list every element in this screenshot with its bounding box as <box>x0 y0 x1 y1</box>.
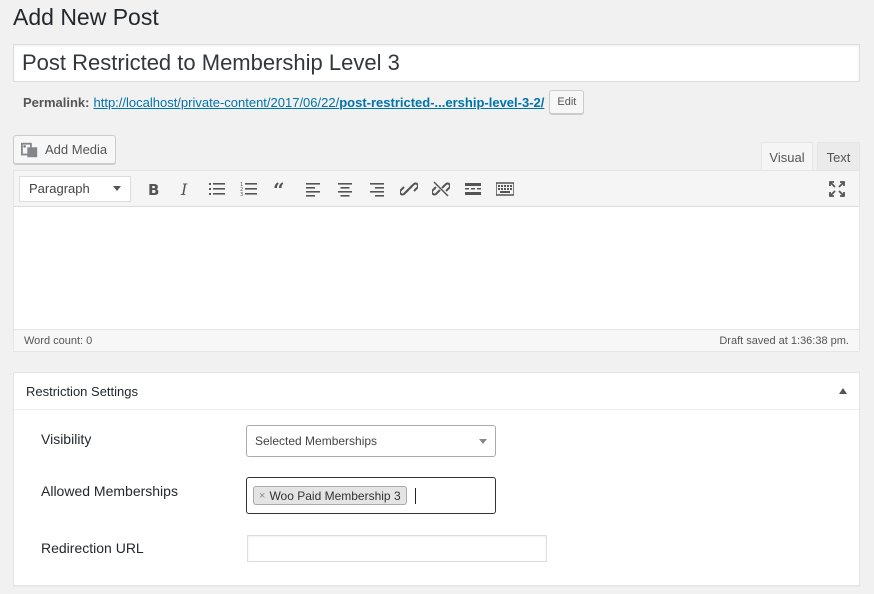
allowed-memberships-input[interactable]: × Woo Paid Membership 3 <box>246 477 496 514</box>
membership-tag-label: Woo Paid Membership 3 <box>269 488 401 503</box>
read-more-icon[interactable] <box>457 175 489 203</box>
restriction-settings-title: Restriction Settings <box>26 383 138 399</box>
svg-text:I: I <box>180 180 188 198</box>
permalink-base: http://localhost/private-content/2017/06… <box>93 94 340 110</box>
italic-icon[interactable]: I <box>169 175 201 203</box>
bulleted-list-icon[interactable] <box>201 175 233 203</box>
remove-link-icon[interactable] <box>425 175 457 203</box>
membership-tag: × Woo Paid Membership 3 <box>253 486 407 505</box>
editor-toolbar: Paragraph B I 123 “ <box>14 171 859 207</box>
editor-content-area[interactable] <box>14 207 859 329</box>
chevron-down-icon <box>479 438 487 444</box>
media-icon <box>21 141 39 159</box>
svg-text:3: 3 <box>240 192 243 198</box>
fullscreen-icon[interactable] <box>821 175 853 203</box>
svg-text:B: B <box>148 181 159 198</box>
format-select[interactable]: Paragraph <box>19 175 131 202</box>
visibility-label: Visibility <box>41 431 92 447</box>
tab-text[interactable]: Text <box>817 142 860 171</box>
text-cursor <box>414 487 416 504</box>
align-right-icon[interactable] <box>361 175 393 203</box>
visibility-select-value: Selected Memberships <box>255 434 378 448</box>
post-title-input[interactable]: Post Restricted to Membership Level 3 <box>13 44 860 82</box>
permalink-slug: post-restricted-...ership-level-3-2/ <box>339 94 545 110</box>
numbered-list-icon[interactable]: 123 <box>233 175 265 203</box>
draft-saved-status: Draft saved at 1:36:38 pm. <box>719 334 849 347</box>
bold-icon[interactable]: B <box>137 175 169 203</box>
tab-visual[interactable]: Visual <box>761 142 813 171</box>
word-count: Word count: 0 <box>24 334 93 347</box>
format-select-value: Paragraph <box>29 181 90 196</box>
blockquote-icon[interactable]: “ <box>265 175 297 203</box>
content-editor: Paragraph B I 123 “ Word count: 0 Draft … <box>13 170 860 352</box>
remove-tag-icon[interactable]: × <box>259 490 265 502</box>
toolbar-toggle-icon[interactable] <box>489 175 521 203</box>
add-media-button[interactable]: Add Media <box>13 135 116 164</box>
permalink-link[interactable]: http://localhost/private-content/2017/06… <box>93 95 544 110</box>
insert-link-icon[interactable] <box>393 175 425 203</box>
redirection-url-label: Redirection URL <box>41 540 144 556</box>
editor-status-bar: Word count: 0 Draft saved at 1:36:38 pm. <box>14 329 859 351</box>
page-title: Add New Post <box>13 4 159 30</box>
edit-permalink-button[interactable]: Edit <box>549 90 585 114</box>
restriction-settings-header[interactable]: Restriction Settings <box>14 373 859 410</box>
restriction-settings-box: Restriction Settings Visibility Selected… <box>13 372 860 586</box>
svg-text:“: “ <box>273 180 285 198</box>
permalink-row: Permalink: http://localhost/private-cont… <box>23 90 585 114</box>
align-center-icon[interactable] <box>329 175 361 203</box>
chevron-down-icon <box>113 186 121 191</box>
redirection-url-input[interactable] <box>247 535 547 562</box>
allowed-memberships-label: Allowed Memberships <box>41 483 178 499</box>
visibility-select[interactable]: Selected Memberships <box>246 425 496 457</box>
permalink-label: Permalink: <box>23 94 90 110</box>
align-left-icon[interactable] <box>297 175 329 203</box>
add-media-label: Add Media <box>45 142 108 157</box>
collapse-arrow-icon[interactable] <box>839 388 847 394</box>
